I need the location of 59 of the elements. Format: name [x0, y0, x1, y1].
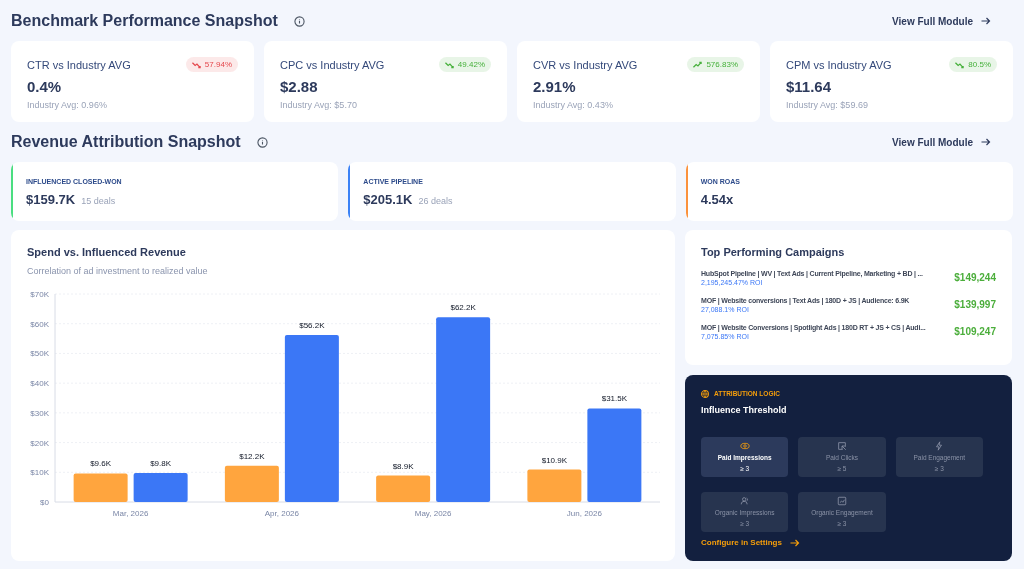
metric-value: 2.91%: [533, 76, 577, 97]
card-title: Top Performing Campaigns: [701, 245, 846, 260]
bar-value-label: $9.8K: [150, 458, 172, 468]
info-icon[interactable]: [293, 15, 305, 27]
view-module-link[interactable]: View Full Module: [892, 134, 991, 150]
stat-note: 26 deals: [418, 194, 453, 208]
change-badge: 49.42%: [438, 57, 491, 72]
arrow-right-icon: [981, 138, 991, 146]
arrow-right-icon: [981, 17, 991, 25]
axis-tick-label: $0: [40, 498, 49, 507]
card-title: Influence Threshold: [701, 403, 788, 417]
axis-tick-label: Mar, 2026: [112, 509, 149, 518]
chart-subtitle: Correlation of ad investment to realized value: [27, 264, 209, 278]
metric-label: CTR vs Industry AVG: [27, 58, 131, 73]
metric-label: CPC vs Industry AVG: [280, 58, 385, 73]
bar-value-label: $12.2K: [239, 451, 265, 461]
metric-value: $11.64: [786, 76, 833, 97]
metric-value: 0.4%: [27, 76, 63, 97]
metric-label: CVR vs Industry AVG: [533, 58, 638, 73]
bar-value-label: $9.6K: [90, 459, 112, 469]
info-icon[interactable]: [256, 136, 268, 148]
axis-tick-label: $70K: [30, 290, 49, 299]
stat-value: $159.7K: [26, 190, 76, 209]
axis-tick-label: $10K: [30, 468, 49, 478]
axis-tick-label: $60K: [30, 319, 49, 329]
bar-value-label: $31.5K: [601, 394, 628, 404]
campaign-revenue: $139,997: [954, 298, 996, 312]
axis-tick-label: $20K: [30, 438, 49, 448]
campaign-revenue: $109,247: [954, 325, 996, 339]
campaign-revenue: $149,244: [954, 271, 996, 285]
industry-average: Industry Avg: 0.43%: [533, 99, 614, 112]
chart-title: Spend vs. Influenced Revenue: [27, 245, 187, 260]
industry-average: Industry Avg: 0.96%: [27, 99, 108, 112]
industry-average: Industry Avg: $59.69: [786, 99, 869, 112]
bar-value-label: $10.9K: [541, 455, 568, 465]
metric-value: $2.88: [280, 76, 319, 97]
configure-settings-link[interactable]: Configure in Settings: [701, 537, 996, 550]
axis-tick-label: $30K: [30, 408, 49, 418]
axis-tick-label: Apr, 2026: [264, 509, 299, 518]
bar-value-label: $8.9K: [392, 461, 414, 471]
axis-tick-label: $40K: [30, 379, 49, 389]
globe-icon: [701, 389, 709, 398]
stat-note: 15 deals: [81, 194, 116, 208]
stat-value: 4.54x: [700, 190, 734, 209]
stat-value: $205.1K: [363, 190, 413, 209]
change-badge: 80.5%: [949, 57, 997, 72]
arrow-right-icon: [789, 539, 800, 548]
bar-value-label: $56.2K: [299, 321, 325, 330]
change-badge: 57.94%: [185, 57, 238, 72]
industry-average: Industry Avg: $5.70: [280, 99, 358, 112]
change-badge: 576.83%: [687, 57, 744, 72]
axis-tick-label: May, 2026: [414, 509, 452, 518]
metric-label: CPM vs Industry AVG: [786, 58, 892, 73]
axis-tick-label: Jun, 2026: [566, 509, 602, 518]
bar-value-label: $62.2K: [450, 303, 476, 313]
axis-tick-label: $50K: [30, 349, 49, 359]
section-title: Benchmark Performance Snapshot: [11, 11, 278, 31]
view-module-link[interactable]: View Full Module: [892, 13, 991, 29]
section-title: Revenue Attribution Snapshot: [11, 132, 241, 152]
